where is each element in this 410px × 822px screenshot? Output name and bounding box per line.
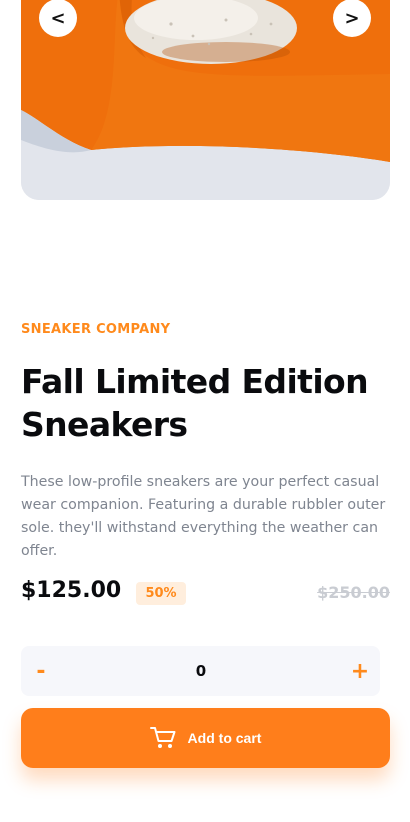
product-description: These low-profile sneakers are your perf… — [21, 474, 386, 559]
quantity-stepper: - 0 + — [21, 646, 380, 696]
original-price: $250.00 — [317, 583, 390, 602]
chevron-left-icon: < — [50, 7, 66, 29]
increment-button[interactable]: + — [340, 646, 380, 696]
quantity-value: 0 — [195, 662, 207, 680]
add-to-cart-button[interactable]: Add to cart — [21, 708, 390, 768]
chevron-right-icon: > — [344, 7, 360, 29]
product-title: Fall Limited Edition Sneakers — [21, 362, 369, 444]
cart-icon — [149, 726, 176, 750]
decrement-button[interactable]: - — [21, 646, 61, 696]
product-image — [21, 0, 390, 200]
add-to-cart-label: Add to cart — [187, 730, 262, 746]
discount-badge: 50% — [136, 582, 186, 605]
current-price: $125.00 — [21, 578, 122, 603]
product-photo — [21, 0, 390, 200]
previous-image-button[interactable]: < — [39, 0, 77, 37]
company-name: SNEAKER COMPANY — [21, 322, 171, 337]
next-image-button[interactable]: > — [333, 0, 371, 37]
